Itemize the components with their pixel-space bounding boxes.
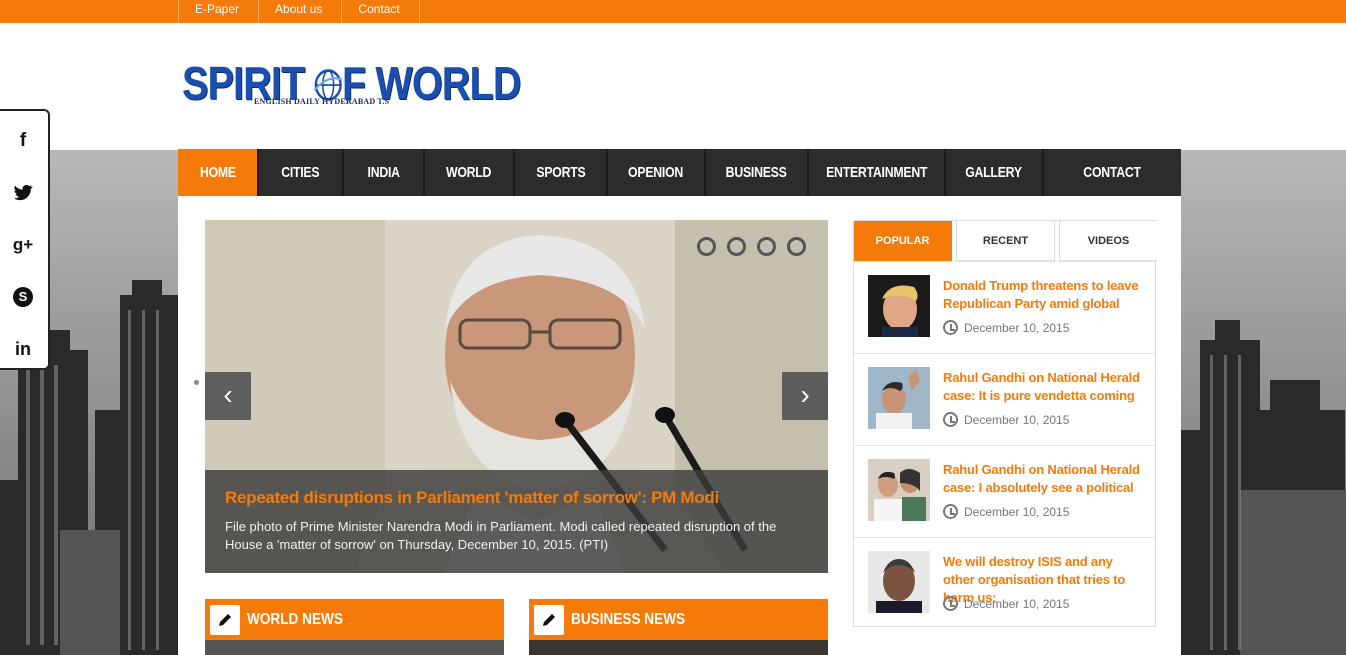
post-title[interactable]: Donald Trump threatens to leave Republic… bbox=[943, 277, 1143, 313]
linkedin-icon[interactable]: in bbox=[0, 323, 48, 375]
social-sidebar: f g+ S in bbox=[0, 109, 50, 370]
twitter-icon[interactable] bbox=[0, 167, 48, 219]
list-item[interactable]: Donald Trump threatens to leave Republic… bbox=[854, 261, 1155, 353]
nav-home[interactable]: HOME bbox=[178, 149, 259, 196]
nav-openion[interactable]: OPENION bbox=[608, 149, 706, 196]
skype-glyph: S bbox=[13, 287, 33, 307]
skype-icon[interactable]: S bbox=[0, 271, 48, 323]
list-item[interactable]: Rahul Gandhi on National Herald case: It… bbox=[854, 353, 1155, 445]
nav-sports[interactable]: SPORTS bbox=[515, 149, 608, 196]
tab-popular[interactable]: POPULAR bbox=[854, 221, 952, 261]
nav-world[interactable]: WORLD bbox=[425, 149, 515, 196]
nav-contact[interactable]: CONTACT bbox=[1044, 149, 1181, 196]
list-item[interactable]: We will destroy ISIS and any other organ… bbox=[854, 537, 1155, 629]
business-news-title: BUSINESS NEWS bbox=[571, 611, 686, 628]
post-thumbnail bbox=[868, 275, 930, 337]
nav-business[interactable]: BUSINESS bbox=[706, 149, 809, 196]
post-date: December 10, 2015 bbox=[943, 412, 1069, 427]
post-title[interactable]: Rahul Gandhi on National Herald case: It… bbox=[943, 369, 1143, 405]
featured-slider[interactable]: ‹ › Repeated disruptions in Parliament '… bbox=[205, 220, 828, 573]
slider-prev-button[interactable]: ‹ bbox=[205, 372, 251, 420]
top-link-about[interactable]: About us bbox=[258, 0, 341, 23]
world-news-title: WORLD NEWS bbox=[247, 611, 343, 628]
clock-icon bbox=[943, 412, 958, 427]
business-news-header[interactable]: BUSINESS NEWS bbox=[529, 599, 828, 640]
slider-dot-4[interactable] bbox=[787, 237, 806, 256]
nav-cities[interactable]: CITIES bbox=[259, 149, 344, 196]
slider-caption: Repeated disruptions in Parliament 'matt… bbox=[205, 470, 828, 573]
top-link-epaper[interactable]: E-Paper bbox=[178, 0, 258, 23]
post-thumbnail bbox=[868, 367, 930, 429]
facebook-icon[interactable]: f bbox=[0, 115, 48, 167]
clock-icon bbox=[943, 596, 958, 611]
posts-widget: POPULAR RECENT VIDEOS Donald Trump threa… bbox=[853, 220, 1157, 629]
nav-india[interactable]: INDIA bbox=[344, 149, 425, 196]
clock-icon bbox=[943, 504, 958, 519]
nav-entertainment[interactable]: ENTERTAINMENT bbox=[809, 149, 946, 196]
slider-dot-2[interactable] bbox=[727, 237, 746, 256]
slider-headline[interactable]: Repeated disruptions in Parliament 'matt… bbox=[225, 488, 808, 508]
slider-dot-3[interactable] bbox=[757, 237, 776, 256]
pencil-icon bbox=[210, 605, 240, 635]
list-item[interactable]: Rahul Gandhi on National Herald case: I … bbox=[854, 445, 1155, 537]
tab-videos[interactable]: VIDEOS bbox=[1059, 221, 1157, 261]
chevron-right-icon: › bbox=[800, 379, 810, 410]
twitter-bird-icon bbox=[13, 185, 33, 201]
site-logo[interactable]: SPIRIT F WORLD ENGLISH DAILY HYDERABAD T… bbox=[182, 55, 521, 115]
clock-icon bbox=[943, 320, 958, 335]
nav-gallery[interactable]: GALLERY bbox=[946, 149, 1044, 196]
slider-next-button[interactable]: › bbox=[782, 372, 828, 420]
slider-indicator-left bbox=[194, 380, 199, 385]
google-plus-icon[interactable]: g+ bbox=[0, 219, 48, 271]
post-title[interactable]: Rahul Gandhi on National Herald case: I … bbox=[943, 461, 1143, 497]
slider-description: File photo of Prime Minister Narendra Mo… bbox=[225, 519, 777, 552]
widget-tabs: POPULAR RECENT VIDEOS bbox=[854, 221, 1157, 261]
slider-dot-1[interactable] bbox=[697, 237, 716, 256]
post-thumbnail bbox=[868, 459, 930, 521]
world-news-header[interactable]: WORLD NEWS bbox=[205, 599, 504, 640]
pencil-icon bbox=[534, 605, 564, 635]
slider-pagination bbox=[697, 237, 806, 256]
top-links: E-Paper About us Contact bbox=[178, 0, 420, 23]
main-container: HOME CITIES INDIA WORLD SPORTS OPENION B… bbox=[178, 149, 1181, 655]
top-link-contact[interactable]: Contact bbox=[341, 0, 420, 23]
world-news-thumb bbox=[205, 640, 504, 655]
top-bar: E-Paper About us Contact bbox=[0, 0, 1346, 23]
chevron-left-icon: ‹ bbox=[223, 379, 233, 410]
main-nav: HOME CITIES INDIA WORLD SPORTS OPENION B… bbox=[178, 149, 1181, 196]
post-date: December 10, 2015 bbox=[943, 596, 1069, 611]
tab-recent[interactable]: RECENT bbox=[956, 221, 1055, 261]
logo-tagline: ENGLISH DAILY HYDERABAD T.S bbox=[254, 97, 390, 106]
post-date: December 10, 2015 bbox=[943, 504, 1069, 519]
business-news-thumb bbox=[529, 640, 828, 655]
post-thumbnail bbox=[868, 551, 930, 613]
post-date: December 10, 2015 bbox=[943, 320, 1069, 335]
